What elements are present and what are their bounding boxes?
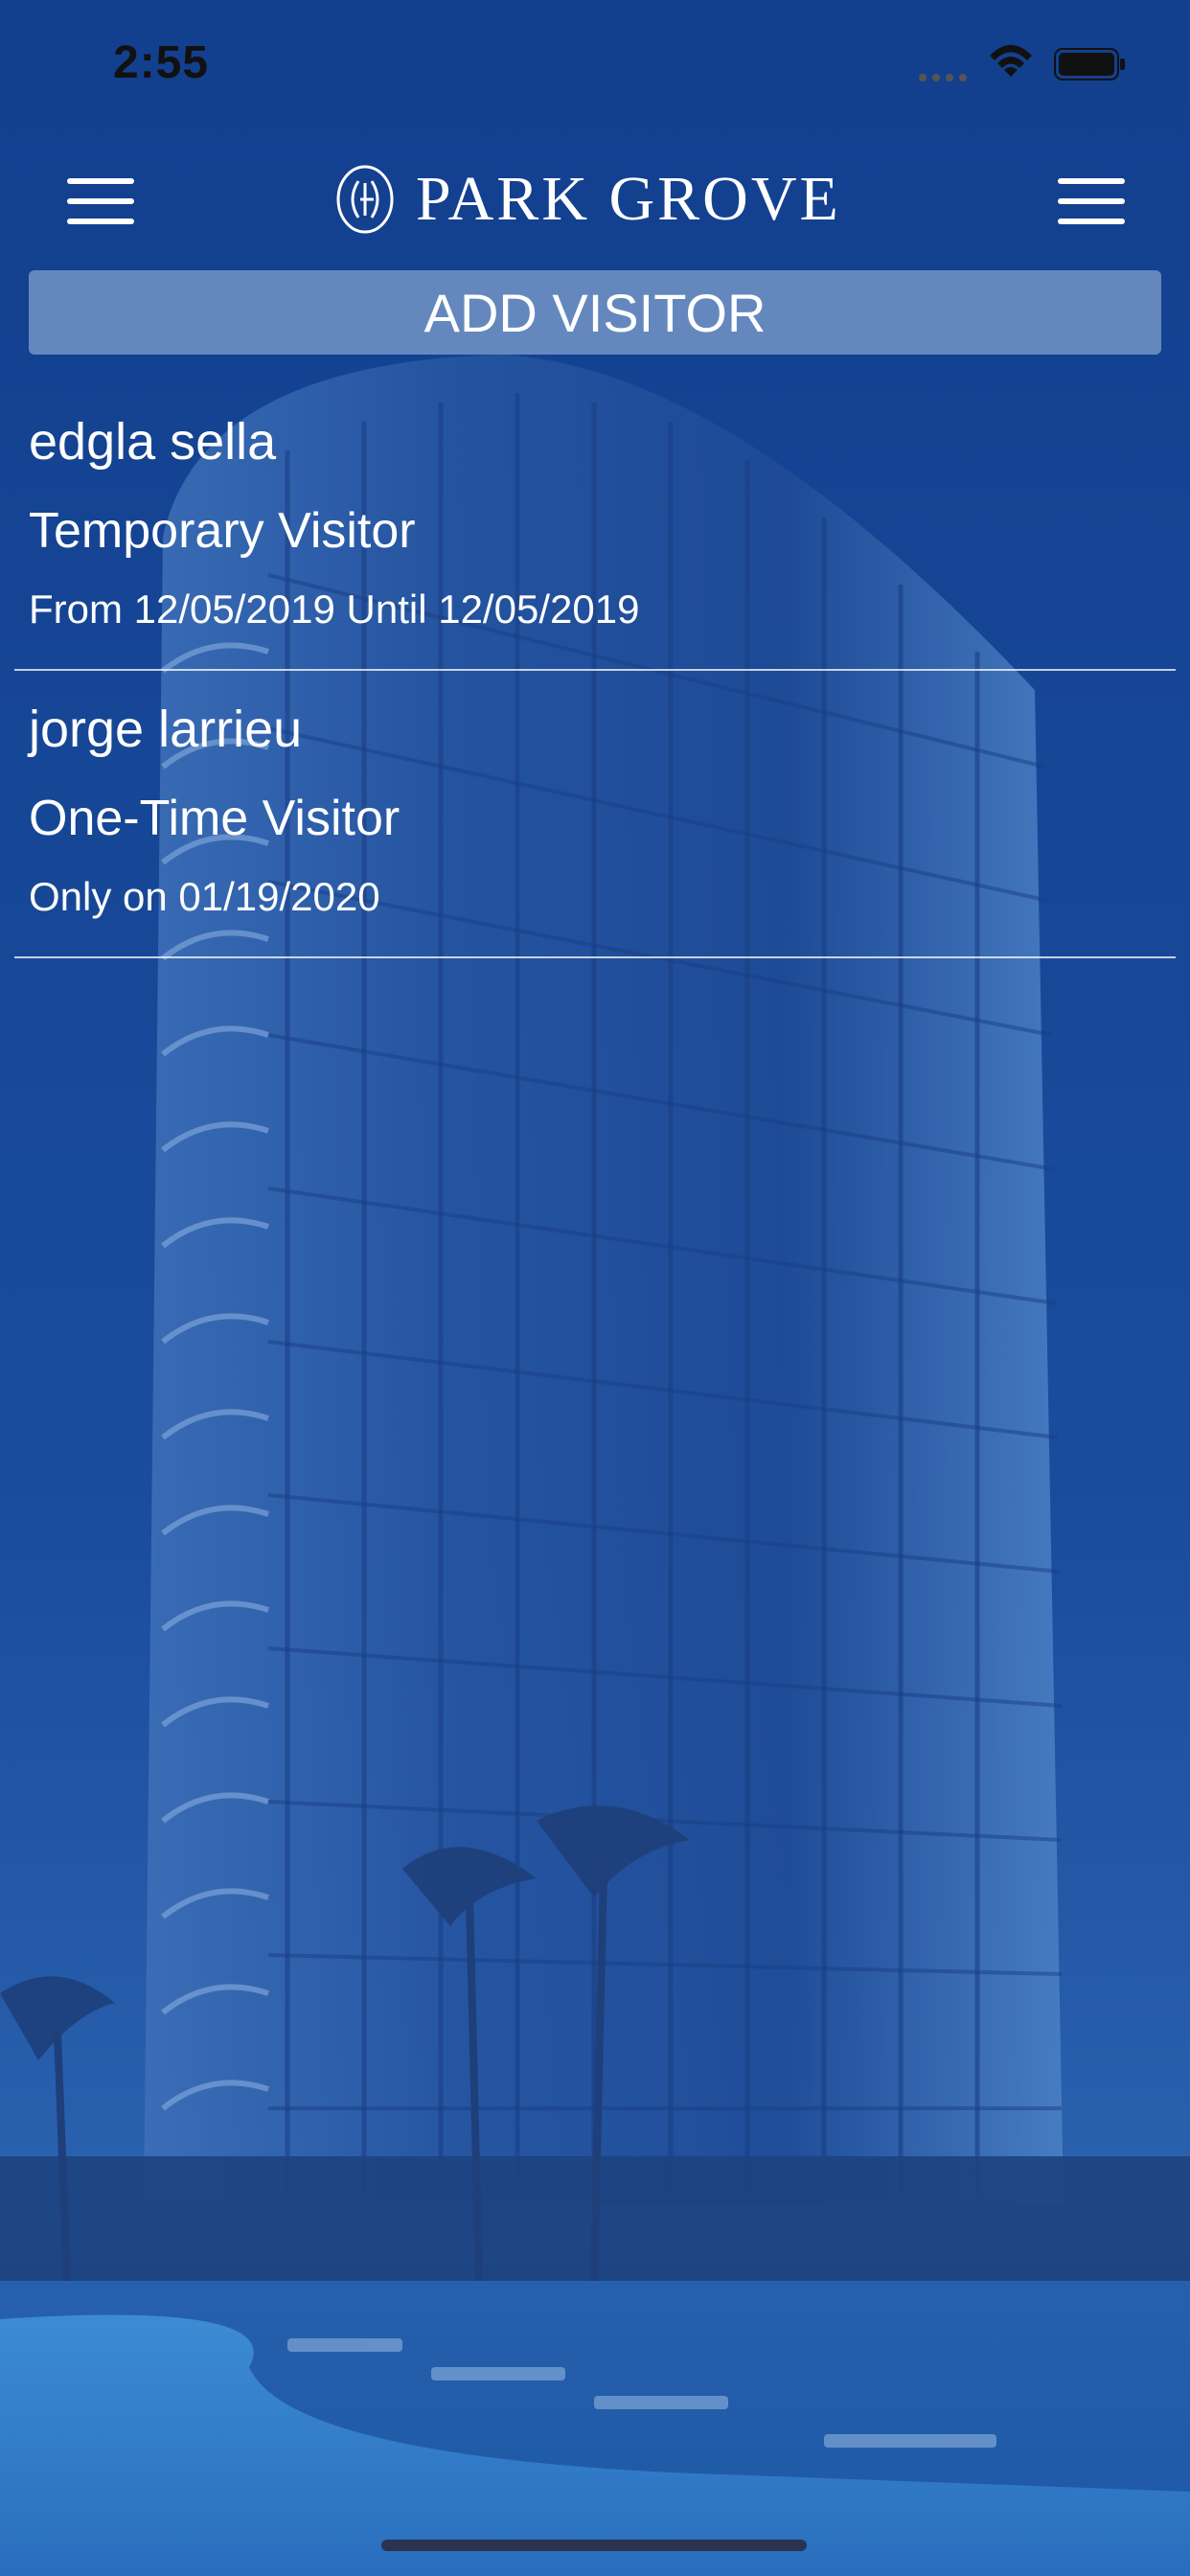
park-grove-emblem-icon	[336, 165, 394, 234]
status-time: 2:55	[113, 37, 210, 88]
add-visitor-button[interactable]: ADD VISITOR	[29, 270, 1161, 355]
visitor-type: One-Time Visitor	[29, 791, 400, 846]
visitor-dates: From 12/05/2019 Until 12/05/2019	[29, 586, 640, 632]
hamburger-menu-icon-right[interactable]	[1048, 165, 1134, 238]
visitor-name: jorge larrieu	[29, 701, 303, 758]
home-indicator[interactable]	[381, 2540, 807, 2551]
status-bar: 2:55	[0, 0, 1190, 134]
visitor-type: Temporary Visitor	[29, 503, 416, 559]
visitor-dates: Only on 01/19/2020	[29, 874, 380, 919]
wifi-icon	[990, 45, 1032, 77]
visitor-list: edgla sella Temporary Visitor From 12/05…	[0, 383, 1190, 958]
visitor-name: edgla sella	[29, 413, 277, 471]
brand-logo: PARK GROVE	[335, 161, 841, 238]
signal-icon	[919, 74, 967, 81]
battery-icon	[1054, 48, 1125, 80]
nav-bar: PARK GROVE	[0, 144, 1190, 259]
visitor-list-item[interactable]: edgla sella Temporary Visitor From 12/05…	[0, 383, 1190, 671]
visitor-list-item[interactable]: jorge larrieu One-Time Visitor Only on 0…	[0, 671, 1190, 958]
brand-name: PARK GROVE	[416, 164, 841, 234]
hamburger-menu-icon-left[interactable]	[57, 165, 144, 238]
